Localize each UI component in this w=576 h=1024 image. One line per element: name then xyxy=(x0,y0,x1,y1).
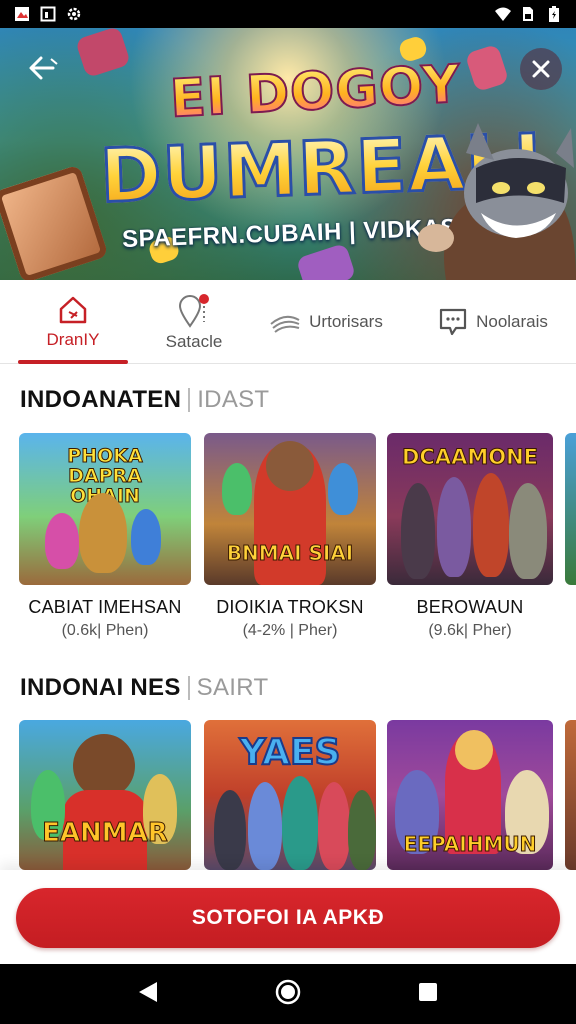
section-tag: IDAST xyxy=(197,386,270,413)
gallery-notification-icon xyxy=(40,6,56,22)
game-thumbnail: EANMAR xyxy=(19,720,191,870)
settings-gear-icon xyxy=(66,6,82,22)
section-2-carousel[interactable]: EANMAR YAES EEPAIHMUN xyxy=(0,720,576,870)
game-thumbnail: BNMAI SIAI xyxy=(204,433,376,585)
character-figure xyxy=(282,776,318,870)
character-figure xyxy=(401,483,435,579)
game-thumbnail: PHOKA DAPRA OHAIN xyxy=(19,433,191,585)
character-figure xyxy=(473,473,509,577)
tab-location[interactable]: Satacle xyxy=(146,280,242,364)
character-figure xyxy=(45,513,79,569)
game-card[interactable]: YAES xyxy=(204,720,376,870)
system-navigation-bar xyxy=(0,964,576,1024)
game-thumbnail xyxy=(565,720,576,870)
game-card[interactable]: PHOKA DAPRA OHAIN CABIAT IMEHSAN (0.6k| … xyxy=(19,433,191,640)
tab-wifi[interactable]: Urtorisars xyxy=(242,280,410,364)
floating-tile-decoration xyxy=(295,242,357,280)
game-thumbnail: DCAAMONE xyxy=(387,433,553,585)
character-head xyxy=(266,441,314,491)
recents-square-icon xyxy=(418,982,437,1001)
tab-label: DranIY xyxy=(46,329,100,349)
active-tab-indicator xyxy=(18,359,128,364)
location-pin-icon xyxy=(178,293,209,328)
section-divider xyxy=(187,676,190,700)
floating-tile-decoration xyxy=(464,43,510,93)
recents-nav-button[interactable] xyxy=(417,981,439,1008)
character-figure xyxy=(437,477,471,577)
bottom-action-bar: SOTOFOI IA APKĐ xyxy=(0,870,576,964)
tab-label: Noolarais xyxy=(476,311,548,331)
character-figure xyxy=(348,790,376,870)
category-tabs: DranIY Satacle Urtorisars Noolarais xyxy=(0,280,576,364)
sim-card-icon xyxy=(520,6,536,22)
section-2-header: INDONAI NES SAIRT xyxy=(20,674,268,702)
game-name: BEROWAUN xyxy=(416,597,524,617)
game-meta: (9.6k| Pher) xyxy=(428,622,512,639)
floating-tile-decoration xyxy=(0,164,109,280)
game-meta: (4-2% | Pher) xyxy=(242,622,338,639)
home-circle-icon xyxy=(275,979,301,1004)
thumbnail-title: EEPAIHMUN xyxy=(403,832,537,857)
character-figure xyxy=(131,509,161,565)
game-card[interactable]: BNMAI SIAI DIOIKIA TROKSN (4-2% | Pher) xyxy=(204,433,376,640)
wifi-waves-icon xyxy=(270,315,300,333)
game-meta: (0.6k| Phen) xyxy=(61,622,149,639)
section-1-header: INDOANATEN IDAST xyxy=(20,386,269,414)
character-figure xyxy=(222,463,252,515)
back-triangle-icon xyxy=(139,981,158,1002)
hero-banner[interactable]: EI DOGOY DUMREALI SPAEFRN.CUBAIH | VIDKA… xyxy=(0,28,576,280)
floating-tile-decoration xyxy=(74,28,132,79)
section-1-carousel[interactable]: PHOKA DAPRA OHAIN CABIAT IMEHSAN (0.6k| … xyxy=(0,433,576,663)
game-card[interactable]: DCAAMONE BEROWAUN (9.6k| Pher) xyxy=(387,433,553,640)
character-figure xyxy=(328,463,358,515)
home-icon xyxy=(59,296,87,323)
chat-bubble-icon xyxy=(439,308,467,335)
character-figure xyxy=(248,782,282,870)
game-thumbnail: EEPAIHMUN xyxy=(387,720,553,870)
tab-home[interactable]: DranIY xyxy=(0,280,146,364)
status-bar xyxy=(0,0,576,28)
thumbnail-title: BNMAI SIAI xyxy=(226,541,354,566)
game-card-partial[interactable] xyxy=(565,720,576,870)
close-icon xyxy=(532,60,550,78)
battery-icon xyxy=(546,6,562,22)
home-nav-button[interactable] xyxy=(274,978,302,1011)
character-head xyxy=(73,734,135,798)
character-figure xyxy=(318,782,350,870)
image-notification-icon xyxy=(14,6,30,22)
section-divider xyxy=(188,388,191,412)
character-figure xyxy=(214,790,246,870)
thumbnail-title: YAES xyxy=(238,731,341,774)
game-card[interactable]: EANMAR xyxy=(19,720,191,870)
raccoon-mascot-illustration xyxy=(406,108,576,280)
game-thumbnail xyxy=(565,433,576,585)
game-thumbnail: YAES xyxy=(204,720,376,870)
back-nav-button[interactable] xyxy=(137,980,159,1009)
download-apk-button[interactable]: SOTOFOI IA APKĐ xyxy=(16,888,560,948)
game-name: CABIAT IMEHSAN xyxy=(28,597,182,617)
thumbnail-title: DCAAMONE xyxy=(401,445,539,470)
character-figure xyxy=(79,493,127,573)
game-card-partial[interactable] xyxy=(565,433,576,585)
character-figure xyxy=(509,483,547,579)
close-button[interactable] xyxy=(520,48,562,90)
tab-label: Urtorisars xyxy=(309,311,383,331)
tab-label: Satacle xyxy=(165,331,223,351)
section-title: INDOANATEN xyxy=(20,386,182,413)
game-name: DIOIKIA TROKSN xyxy=(216,597,364,617)
back-arrow-icon xyxy=(29,56,58,80)
character-head xyxy=(455,730,493,770)
back-button[interactable] xyxy=(22,48,62,88)
game-card[interactable]: EEPAIHMUN xyxy=(387,720,553,870)
section-tag: SAIRT xyxy=(196,674,269,701)
section-title: INDONAI NES xyxy=(20,674,181,701)
tab-messages[interactable]: Noolarais xyxy=(410,280,576,364)
thumbnail-title: EANMAR xyxy=(42,818,169,849)
wifi-signal-icon xyxy=(494,6,511,22)
